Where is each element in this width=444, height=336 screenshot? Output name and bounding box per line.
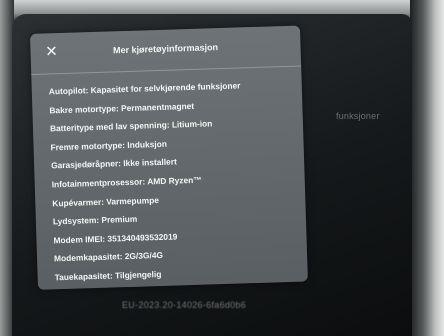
spec-value: Ikke installert [123, 156, 177, 169]
photo-scene: funksjoner EU-2023.20-14026-6fa6d0b6 ✕ M… [0, 0, 444, 336]
software-version-label: EU-2023.20-14026-6fa6d0b6 [122, 300, 247, 310]
screen-bezel-right [410, 0, 444, 336]
spec-list: Autopilot: Kapasitet for selvkjørende fu… [31, 66, 308, 287]
spec-label: Modem IMEI: [53, 233, 106, 246]
spec-value: Litium-ion [171, 118, 213, 130]
spec-label: Kupévarmer: [52, 196, 105, 208]
spec-label: Lydsystem: [52, 215, 100, 227]
spec-value: Tilgjengelig [114, 268, 162, 281]
modal-header: ✕ Mer kjøretøyinformasjon [30, 25, 302, 75]
spec-value: Permanentmagnet [120, 100, 195, 113]
spec-value: Induksjon [127, 138, 168, 150]
vehicle-info-modal: ✕ Mer kjøretøyinformasjon Autopilot: Kap… [30, 25, 308, 290]
spec-label: Autopilot: [48, 85, 89, 97]
spec-label: Bakre motortype: [49, 102, 119, 116]
spec-value: Kapasitet for selvkjørende funksjoner [90, 80, 241, 96]
spec-label: Fremre motortype: [50, 139, 126, 153]
spec-value: AMD Ryzen™ [147, 174, 202, 187]
spec-value: 351340493532019 [107, 231, 178, 244]
modal-title: Mer kjøretøyinformasjon [112, 42, 219, 56]
spec-label: Infotainmentprosessor: [51, 176, 146, 190]
spec-label: Modemkapasitet: [53, 251, 123, 264]
spec-value: Premium [101, 213, 138, 226]
spec-value: Varmepumpe [106, 194, 160, 207]
background-side-label: funksjoner [336, 111, 380, 121]
spec-label: Garasjedøråpner: [50, 158, 122, 171]
spec-label: Batteritype med lav spenning: [49, 119, 170, 134]
spec-value: 2G/3G/4G [124, 250, 164, 262]
spec-label: Tauekapasitet: [54, 270, 113, 283]
